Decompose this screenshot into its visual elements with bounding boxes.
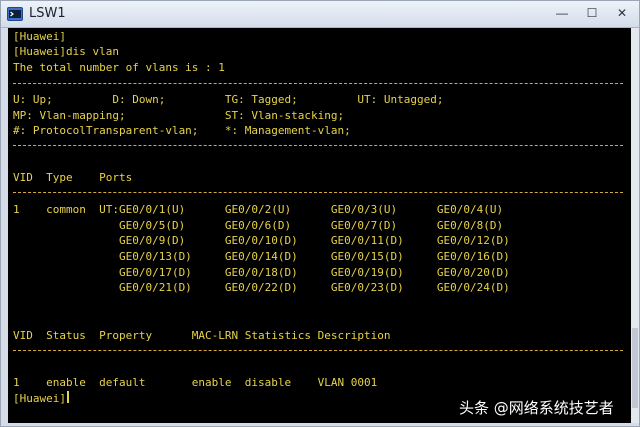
terminal-line: #: ProtocolTransparent-vlan; *: Manageme… <box>13 124 351 137</box>
terminal-line: [Huawei] <box>13 30 66 43</box>
prompt-text: [Huawei] <box>13 392 66 405</box>
vlan-status-row: 1 enable default enable disable VLAN 000… <box>13 376 378 389</box>
vlan-table-header: VID Type Ports <box>13 171 133 184</box>
separator-line <box>13 145 623 146</box>
scrollbar-thumb[interactable] <box>632 328 638 408</box>
watermark-text: 头条 @网络系统技艺者 <box>459 399 614 417</box>
vlan-ports-row: GE0/0/5(D) GE0/0/6(D) GE0/0/7(D) GE0/0/8… <box>13 219 504 232</box>
vlan-ports-row: GE0/0/9(D) GE0/0/10(D) GE0/0/11(D) GE0/0… <box>13 234 510 247</box>
vertical-scrollbar[interactable] <box>631 28 639 423</box>
command-prompt[interactable]: [Huawei] <box>13 391 69 406</box>
terminal-app-icon <box>7 7 23 21</box>
terminal-output[interactable]: [Huawei] [Huawei]dis vlan The total numb… <box>8 28 631 423</box>
vlan-status-header: VID Status Property MAC-LRN Statistics D… <box>13 329 391 342</box>
separator-line <box>13 83 623 84</box>
maximize-button[interactable]: ☐ <box>579 4 605 22</box>
text-cursor <box>66 391 69 403</box>
terminal-line: MP: Vlan-mapping; ST: Vlan-stacking; <box>13 109 345 122</box>
separator-line <box>13 192 623 193</box>
minimize-button[interactable]: — <box>549 4 575 22</box>
close-button[interactable]: ✕ <box>609 4 635 22</box>
vlan-ports-row: 1 common UT:GE0/0/1(U) GE0/0/2(U) GE0/0/… <box>13 203 504 216</box>
window-title: LSW1 <box>29 6 66 21</box>
separator-line <box>13 350 623 351</box>
vlan-ports-row: GE0/0/21(D) GE0/0/22(D) GE0/0/23(D) GE0/… <box>13 281 510 294</box>
title-bar[interactable]: LSW1 — ☐ ✕ <box>1 1 639 28</box>
vlan-ports-row: GE0/0/13(D) GE0/0/14(D) GE0/0/15(D) GE0/… <box>13 250 510 263</box>
terminal-window: LSW1 — ☐ ✕ [Huawei] [Huawei]dis vlan The… <box>0 0 640 427</box>
vlan-ports-row: GE0/0/17(D) GE0/0/18(D) GE0/0/19(D) GE0/… <box>13 266 510 279</box>
terminal-line: The total number of vlans is : 1 <box>13 61 225 74</box>
terminal-line: U: Up; D: Down; TG: Tagged; UT: Untagged… <box>13 93 444 106</box>
terminal-line: [Huawei]dis vlan <box>13 45 119 58</box>
